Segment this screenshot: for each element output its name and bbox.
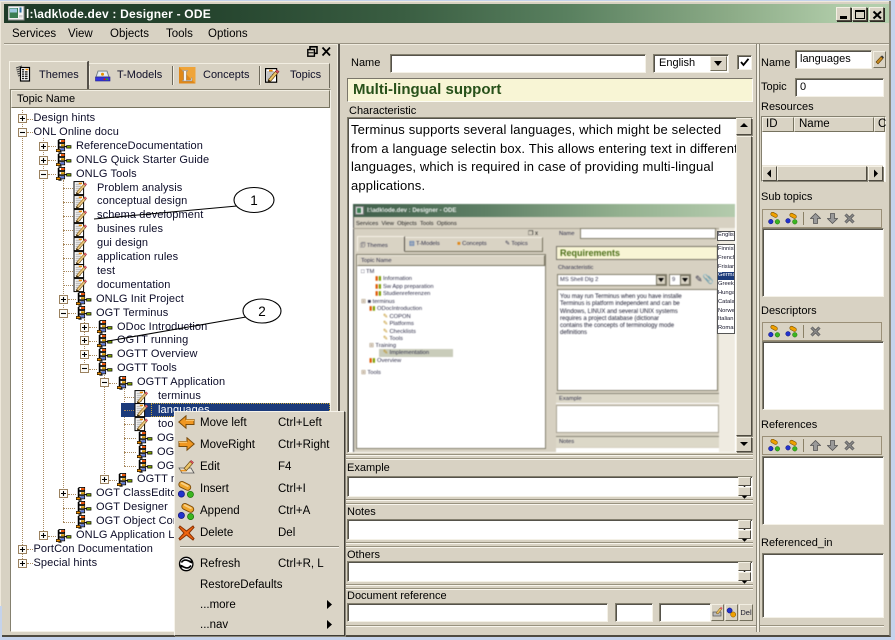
svg-text:L: L (182, 68, 193, 84)
